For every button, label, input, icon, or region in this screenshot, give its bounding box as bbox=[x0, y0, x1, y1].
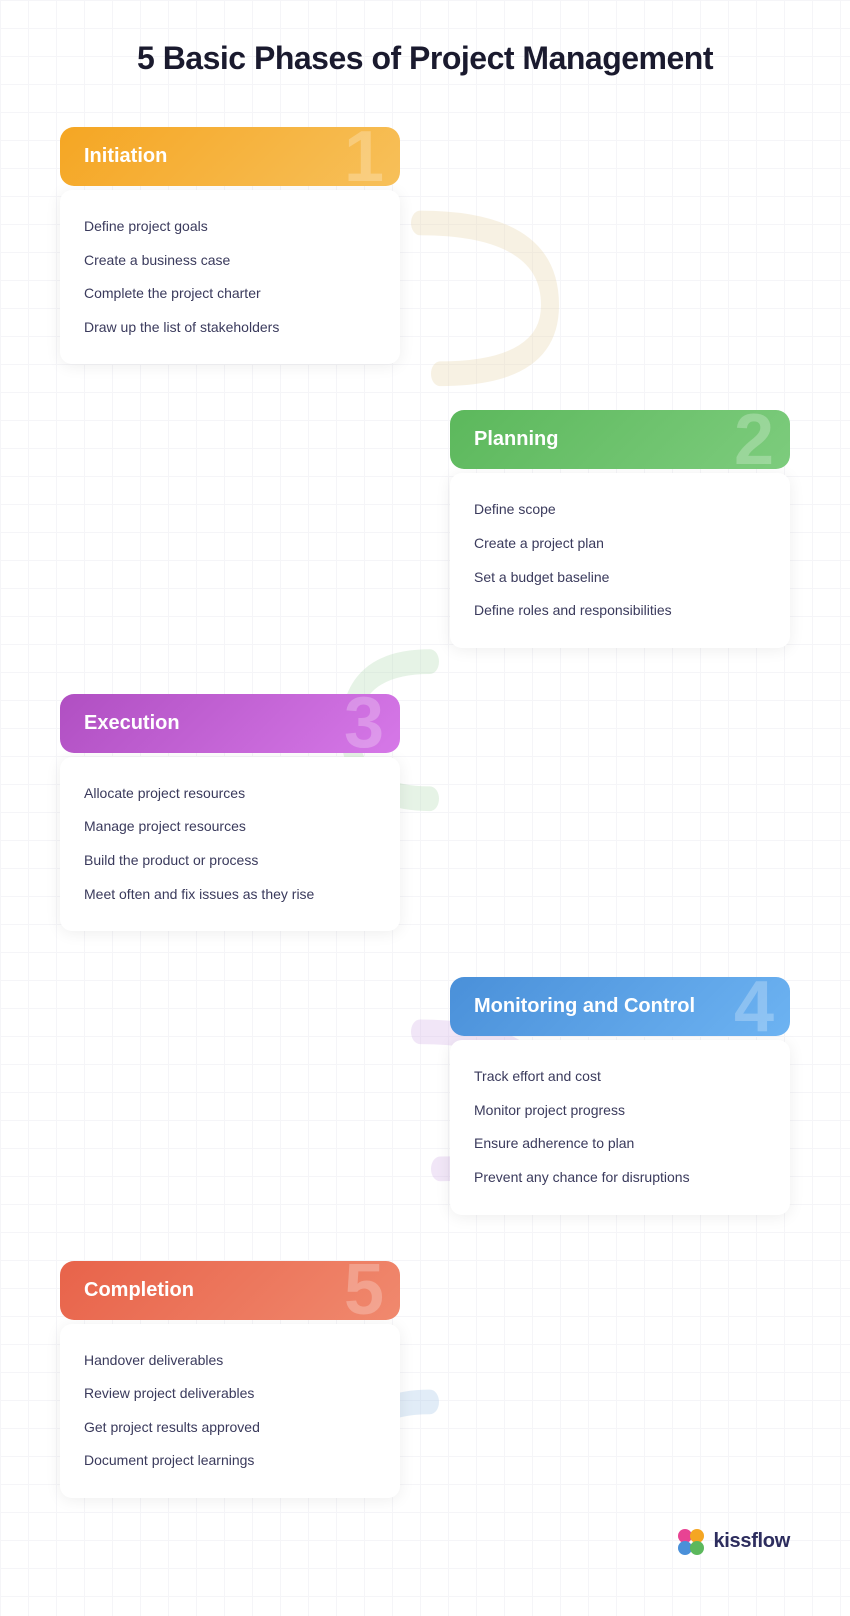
phase-planning-row: Planning 2 Define scope Create a project… bbox=[60, 410, 790, 647]
list-item: Monitor project progress bbox=[474, 1094, 766, 1128]
phase-planning-block: Planning 2 Define scope Create a project… bbox=[450, 410, 790, 647]
list-item: Define project goals bbox=[84, 210, 376, 244]
list-item: Track effort and cost bbox=[474, 1060, 766, 1094]
phase-completion-row: Completion 5 Handover deliverables Revie… bbox=[60, 1261, 790, 1498]
phase-monitoring-items: Track effort and cost Monitor project pr… bbox=[450, 1040, 790, 1214]
list-item: Create a business case bbox=[84, 244, 376, 278]
phase-monitoring-row: Monitoring and Control 4 Track effort an… bbox=[60, 977, 790, 1214]
list-item: Set a budget baseline bbox=[474, 561, 766, 595]
list-item: Prevent any chance for disruptions bbox=[474, 1161, 766, 1195]
list-item: Build the product or process bbox=[84, 844, 376, 878]
list-item: Define scope bbox=[474, 493, 766, 527]
phase-initiation-name: Initiation bbox=[84, 145, 167, 167]
phase-completion-number: 5 bbox=[344, 1261, 384, 1320]
kissflow-logo: kissflow bbox=[60, 1528, 790, 1556]
phase-initiation-row: Initiation 1 Define project goals Create… bbox=[60, 127, 790, 364]
phase-execution-number: 3 bbox=[344, 694, 384, 753]
phase-execution-name: Execution bbox=[84, 712, 180, 734]
phase-planning-header: Planning 2 bbox=[450, 410, 790, 469]
page-title: 5 Basic Phases of Project Management bbox=[60, 40, 790, 77]
list-item: Create a project plan bbox=[474, 527, 766, 561]
kissflow-brand-text: kissflow bbox=[713, 1530, 790, 1553]
list-item: Handover deliverables bbox=[84, 1344, 376, 1378]
phases-grid: Initiation 1 Define project goals Create… bbox=[60, 127, 790, 1498]
phase-monitoring-number: 4 bbox=[734, 977, 774, 1036]
phase-initiation-block: Initiation 1 Define project goals Create… bbox=[60, 127, 400, 364]
phase-completion-items: Handover deliverables Review project del… bbox=[60, 1324, 400, 1498]
phase-execution-header: Execution 3 bbox=[60, 694, 400, 753]
phase-completion-header: Completion 5 bbox=[60, 1261, 400, 1320]
phase-execution-row: Execution 3 Allocate project resources M… bbox=[60, 694, 790, 931]
list-item: Draw up the list of stakeholders bbox=[84, 311, 376, 345]
list-item: Get project results approved bbox=[84, 1411, 376, 1445]
phase-initiation-header: Initiation 1 bbox=[60, 127, 400, 186]
phase-planning-items: Define scope Create a project plan Set a… bbox=[450, 473, 790, 647]
list-item: Review project deliverables bbox=[84, 1377, 376, 1411]
phase-planning-name: Planning bbox=[474, 428, 558, 450]
phase-completion-block: Completion 5 Handover deliverables Revie… bbox=[60, 1261, 400, 1498]
phase-monitoring-block: Monitoring and Control 4 Track effort an… bbox=[450, 977, 790, 1214]
kissflow-icon bbox=[677, 1528, 705, 1556]
list-item: Manage project resources bbox=[84, 810, 376, 844]
list-item: Meet often and fix issues as they rise bbox=[84, 878, 376, 912]
list-item: Define roles and responsibilities bbox=[474, 594, 766, 628]
phase-completion-name: Completion bbox=[84, 1279, 194, 1301]
phase-planning-number: 2 bbox=[734, 410, 774, 469]
phase-monitoring-header: Monitoring and Control 4 bbox=[450, 977, 790, 1036]
list-item: Allocate project resources bbox=[84, 777, 376, 811]
phase-initiation-items: Define project goals Create a business c… bbox=[60, 190, 400, 364]
phase-initiation-number: 1 bbox=[344, 127, 384, 186]
list-item: Document project learnings bbox=[84, 1444, 376, 1478]
list-item: Ensure adherence to plan bbox=[474, 1127, 766, 1161]
phase-execution-items: Allocate project resources Manage projec… bbox=[60, 757, 400, 931]
phase-execution-block: Execution 3 Allocate project resources M… bbox=[60, 694, 400, 931]
phase-monitoring-name: Monitoring and Control bbox=[474, 995, 695, 1017]
list-item: Complete the project charter bbox=[84, 277, 376, 311]
